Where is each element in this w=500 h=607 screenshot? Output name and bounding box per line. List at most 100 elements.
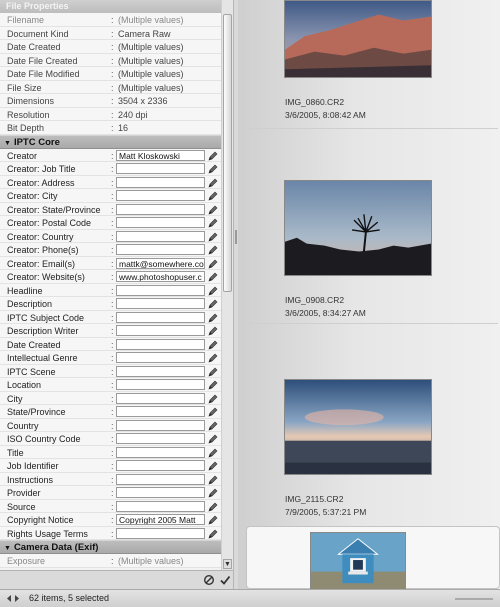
thumbnail-tile[interactable]: IMG_2115.CR2 7/9/2005, 5:37:21 PM (248, 379, 494, 519)
metadata-input[interactable] (116, 379, 205, 390)
pencil-icon[interactable] (208, 313, 218, 323)
metadata-input[interactable] (116, 176, 205, 188)
pencil-icon[interactable] (208, 164, 218, 174)
metadata-input[interactable] (116, 406, 205, 417)
pencil-icon[interactable] (208, 326, 218, 336)
pencil-icon[interactable] (208, 299, 218, 309)
pencil-icon[interactable] (208, 259, 218, 269)
metadata-footer (0, 570, 233, 589)
file-properties-header[interactable]: File Properties (0, 0, 221, 13)
splitter-grip[interactable] (235, 230, 237, 244)
metadata-input[interactable] (116, 217, 205, 228)
metadata-input[interactable]: Matt Kloskowski (116, 149, 205, 161)
pencil-icon[interactable] (208, 353, 218, 363)
pencil-icon[interactable] (208, 529, 218, 539)
pencil-icon[interactable] (208, 502, 218, 512)
field-label: Intellectual Genre (7, 353, 78, 363)
metadata-input[interactable] (116, 298, 205, 309)
metadata-input[interactable] (116, 392, 205, 404)
metadata-input[interactable] (116, 527, 205, 539)
pencil-icon[interactable] (208, 232, 218, 242)
thumbnail-image[interactable] (284, 0, 432, 78)
metadata-input[interactable] (116, 338, 205, 350)
metadata-input[interactable] (116, 365, 205, 377)
pencil-icon[interactable] (208, 340, 218, 350)
thumbnail-image[interactable] (284, 379, 432, 475)
pencil-icon[interactable] (208, 380, 218, 390)
pencil-icon[interactable] (208, 448, 218, 458)
metadata-input[interactable] (116, 352, 205, 363)
field-label: Creator (7, 150, 38, 161)
metadata-input[interactable] (116, 203, 205, 215)
metadata-field-row: Creator: Phone(s): (0, 243, 221, 257)
field-label: ISO Country Code (7, 434, 81, 444)
metadata-input[interactable] (116, 419, 205, 431)
metadata-input[interactable] (116, 230, 205, 242)
pencil-icon[interactable] (208, 191, 218, 201)
pencil-icon[interactable] (208, 475, 218, 485)
field-separator: : (111, 556, 114, 566)
pencil-icon[interactable] (208, 434, 218, 444)
metadata-field-row: Location: (0, 378, 221, 392)
metadata-input[interactable] (116, 190, 205, 201)
metadata-input[interactable]: Copyright 2005 Matt (116, 514, 205, 525)
pencil-icon[interactable] (208, 151, 218, 161)
scroll-down-arrow-icon[interactable]: ▼ (223, 559, 232, 569)
field-label: Date Created (7, 42, 61, 52)
apply-checkmark-icon[interactable] (219, 574, 231, 586)
metadata-field-row: City: (0, 391, 221, 405)
pencil-icon[interactable] (208, 461, 218, 471)
metadata-input[interactable] (116, 473, 205, 485)
status-bar: 62 items, 5 selected (0, 589, 500, 607)
pencil-icon[interactable] (208, 286, 218, 296)
pencil-icon[interactable] (208, 245, 218, 255)
thumbnail-tile[interactable]: IMG_0860.CR2 3/6/2005, 8:08:42 AM (248, 0, 494, 125)
metadata-input[interactable] (116, 487, 205, 498)
field-separator: : (111, 96, 114, 106)
camera-data-header[interactable]: ▼ Camera Data (Exif) (0, 540, 221, 554)
navigation-arrows-icon[interactable] (6, 593, 20, 604)
metadata-input[interactable] (116, 163, 205, 174)
thumbnail-tile-selected[interactable] (246, 526, 500, 589)
metadata-input[interactable] (116, 433, 205, 444)
thumbnail-image[interactable] (284, 180, 432, 276)
pencil-icon[interactable] (208, 218, 218, 228)
field-separator: : (111, 150, 114, 161)
metadata-input[interactable] (116, 311, 205, 323)
metadata-input[interactable]: mattk@somewhere.co (116, 257, 205, 269)
pencil-icon[interactable] (208, 515, 218, 525)
field-label: Exposure (7, 556, 46, 566)
pencil-icon[interactable] (208, 178, 218, 188)
pencil-icon[interactable] (208, 394, 218, 404)
metadata-input[interactable] (116, 446, 205, 458)
thumbnail-image[interactable] (310, 532, 406, 589)
cancel-icon[interactable] (203, 574, 215, 586)
metadata-input[interactable] (116, 460, 205, 471)
metadata-input[interactable] (116, 244, 205, 255)
thumbnail-tile[interactable]: IMG_0908.CR2 3/6/2005, 8:34:27 AM (248, 180, 494, 320)
metadata-input[interactable] (116, 284, 205, 296)
metadata-input[interactable]: www.photoshopuser.c (116, 271, 205, 282)
expand-triangle-icon[interactable]: ▼ (4, 545, 11, 552)
scrollbar-thumb[interactable] (223, 14, 232, 292)
pencil-icon[interactable] (208, 421, 218, 431)
pencil-icon[interactable] (208, 407, 218, 417)
field-label: Job Identifier (7, 461, 59, 471)
metadata-scrollbar[interactable]: ▼ (221, 0, 233, 570)
iptc-core-header[interactable]: ▼ IPTC Core (0, 134, 221, 149)
metadata-input[interactable] (116, 500, 205, 512)
field-label: Creator: Website(s) (7, 272, 85, 282)
metadata-input[interactable] (116, 325, 205, 336)
expand-triangle-icon[interactable]: ▼ (4, 140, 11, 147)
iptc-core-title: IPTC Core (13, 136, 60, 148)
pencil-icon[interactable] (208, 272, 218, 282)
pencil-icon[interactable] (208, 488, 218, 498)
metadata-field-row: Source: (0, 499, 221, 513)
field-separator: : (111, 245, 114, 255)
thumbnail-filename: IMG_0908.CR2 (285, 295, 345, 305)
field-separator: : (111, 366, 114, 377)
pencil-icon[interactable] (208, 205, 218, 215)
zoom-slider[interactable] (455, 598, 493, 600)
pencil-icon[interactable] (208, 367, 218, 377)
field-separator: : (111, 312, 114, 323)
